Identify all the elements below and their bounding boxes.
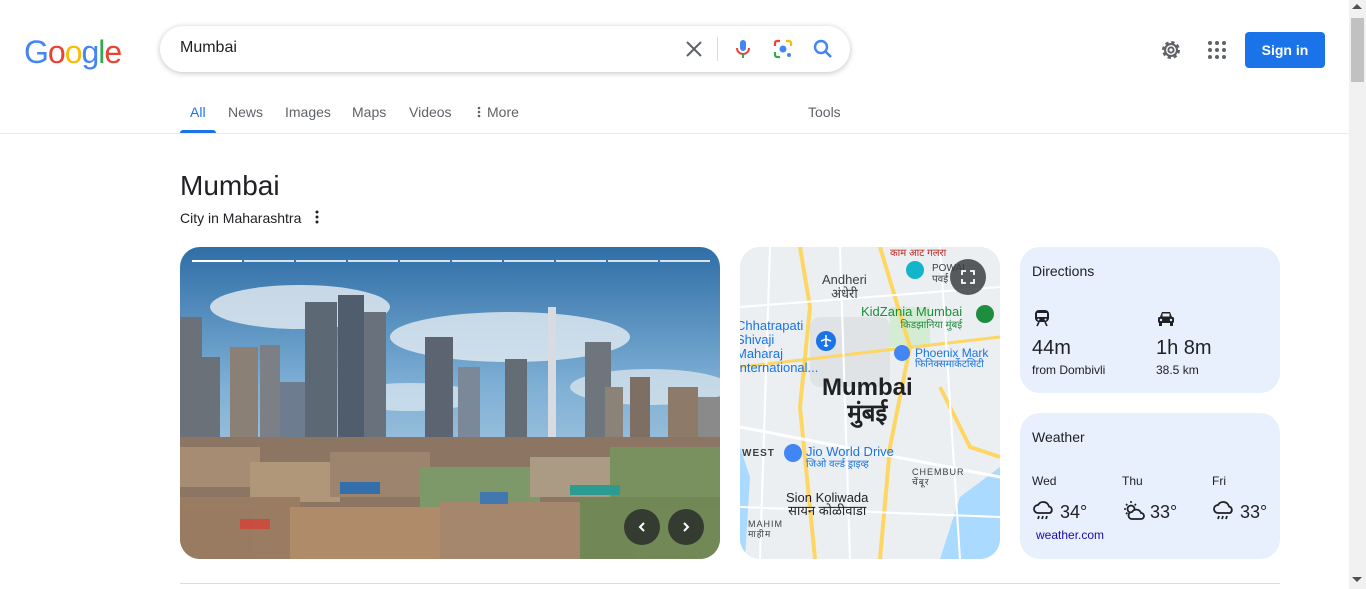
map-city-name: Mumbai bbox=[822, 374, 913, 401]
sign-in-button[interactable]: Sign in bbox=[1245, 32, 1325, 68]
carousel-progress bbox=[192, 260, 710, 262]
logo-letter: G bbox=[24, 34, 49, 70]
map-place-phoenix: Phoenix Mark फिनिक्समार्केटसिटी bbox=[915, 347, 988, 371]
search-input[interactable] bbox=[180, 39, 660, 57]
map-place-chembur: CHEMBUR चेंबूर bbox=[912, 467, 965, 487]
weather-title: Weather bbox=[1032, 429, 1085, 445]
weather-temp: 34° bbox=[1060, 502, 1088, 522]
scrollbar-track[interactable] bbox=[1349, 0, 1366, 589]
weather-day: Fri bbox=[1212, 474, 1226, 488]
apps-grid-icon[interactable] bbox=[1205, 38, 1229, 62]
map-expand-button[interactable] bbox=[950, 259, 986, 295]
more-vert-icon bbox=[477, 106, 481, 118]
map-place-sion: Sion Koliwada सायन कोळीवाडा bbox=[786, 491, 868, 517]
car-icon bbox=[1157, 310, 1175, 331]
scroll-up-arrow-icon[interactable] bbox=[1352, 4, 1362, 9]
search-icon[interactable] bbox=[811, 37, 835, 61]
train-duration: 44m bbox=[1032, 337, 1071, 359]
clear-icon[interactable] bbox=[682, 37, 706, 61]
tab-all[interactable]: All bbox=[190, 104, 206, 120]
next-image-button[interactable] bbox=[668, 509, 704, 545]
airport-icon[interactable] bbox=[816, 331, 836, 351]
logo-letter: o bbox=[64, 34, 83, 70]
scroll-down-arrow-icon[interactable] bbox=[1352, 577, 1362, 582]
train-origin: from Dombivli bbox=[1032, 363, 1106, 377]
map-place-west: WEST bbox=[742, 448, 775, 459]
directions-title: Directions bbox=[1032, 263, 1095, 279]
entity-subtitle: City in Maharashtra bbox=[180, 210, 302, 226]
train-icon bbox=[1034, 309, 1050, 332]
map-place-label: Andheri bbox=[822, 272, 867, 287]
camera-lens-icon[interactable] bbox=[771, 37, 795, 61]
weather-card[interactable]: Weather Wed Thu Fri 34° 33° 33° weather.… bbox=[1020, 413, 1280, 559]
car-distance: 38.5 km bbox=[1156, 363, 1199, 377]
city-map[interactable]: काम आट गलरा Andheri अंधेरी POWAI पवई Kid… bbox=[740, 247, 1000, 559]
map-place-kidzania: KidZania Mumbai किडझानिया मुंबई bbox=[861, 305, 962, 333]
rain-cloud-icon bbox=[1213, 501, 1233, 520]
map-pin-icon[interactable] bbox=[906, 261, 924, 279]
map-place-label: Jio World Drive bbox=[806, 444, 894, 459]
section-divider bbox=[180, 583, 1280, 584]
tab-more[interactable]: More bbox=[477, 104, 519, 120]
map-place-label-local: किडझानिया मुंबई bbox=[900, 320, 963, 331]
map-place-label-local: चेंबूर bbox=[912, 477, 930, 487]
tab-videos[interactable]: Videos bbox=[409, 104, 452, 120]
weather-day: Wed bbox=[1032, 474, 1057, 488]
previous-image-button[interactable] bbox=[624, 509, 660, 545]
weather-source-link[interactable]: weather.com bbox=[1036, 528, 1104, 542]
tab-images[interactable]: Images bbox=[285, 104, 331, 120]
map-city-label: Mumbai मुंबई bbox=[822, 375, 913, 427]
map-place-label-local: सायन कोळीवाडा bbox=[788, 503, 867, 518]
chevron-right-icon bbox=[683, 522, 690, 532]
tab-news[interactable]: News bbox=[228, 104, 263, 120]
logo-letter: g bbox=[81, 34, 99, 70]
map-place-jio: Jio World Drive जिओ वर्ल्ड ड्राइव्ह bbox=[806, 445, 894, 471]
map-place-label: CHEMBUR bbox=[912, 467, 965, 477]
tab-maps[interactable]: Maps bbox=[352, 104, 386, 120]
expand-icon bbox=[961, 270, 975, 284]
header-divider bbox=[0, 133, 1349, 134]
entity-title: Mumbai bbox=[180, 170, 280, 201]
map-place-mahim: MAHIM माहीम bbox=[748, 519, 783, 539]
tab-more-label: More bbox=[487, 104, 519, 120]
chevron-left-icon bbox=[638, 522, 645, 532]
city-photo[interactable] bbox=[180, 247, 720, 559]
map-place-airport: Chhatrapati Shivaji Maharaj Internationa… bbox=[740, 318, 819, 375]
weather-temp: 33° bbox=[1240, 502, 1268, 522]
airplane-icon bbox=[820, 335, 832, 347]
map-place-label: KidZania Mumbai bbox=[861, 304, 963, 319]
microphone-icon[interactable] bbox=[731, 37, 755, 61]
rain-cloud-icon bbox=[1033, 501, 1053, 520]
logo-letter: o bbox=[47, 34, 66, 70]
map-place-label: MAHIM bbox=[748, 519, 783, 529]
search-divider bbox=[717, 37, 718, 61]
more-options-icon[interactable] bbox=[312, 209, 322, 225]
map-pin-icon[interactable] bbox=[894, 345, 910, 361]
map-place-top: काम आट गलरा bbox=[890, 248, 947, 259]
weather-day: Thu bbox=[1122, 474, 1143, 488]
search-box bbox=[160, 26, 850, 72]
weather-temp: 33° bbox=[1150, 502, 1178, 522]
partly-sunny-icon bbox=[1124, 501, 1145, 520]
car-duration: 1h 8m bbox=[1156, 337, 1212, 359]
google-logo[interactable]: Google bbox=[24, 34, 122, 71]
map-pin-icon[interactable] bbox=[784, 444, 802, 462]
tools-button[interactable]: Tools bbox=[808, 104, 841, 120]
map-place-label-local: माहीम bbox=[748, 529, 772, 539]
map-place-label-local: अंधेरी bbox=[831, 286, 858, 301]
map-city-name-local: मुंबई bbox=[847, 400, 888, 427]
logo-letter: e bbox=[104, 34, 122, 70]
map-place-label-local: फिनिक्समार्केटसिटी bbox=[915, 359, 984, 370]
settings-gear-icon[interactable] bbox=[1159, 38, 1183, 62]
directions-card[interactable]: Directions 44m from Dombivli 1h 8m 38.5 … bbox=[1020, 247, 1280, 393]
map-place-label-local: जिओ वर्ल्ड ड्राइव्ह bbox=[806, 459, 869, 470]
map-pin-icon[interactable] bbox=[976, 305, 994, 323]
map-place-label: Phoenix Mark bbox=[915, 346, 989, 360]
scrollbar-thumb[interactable] bbox=[1351, 18, 1364, 82]
map-place-andheri: Andheri अंधेरी bbox=[822, 273, 867, 301]
